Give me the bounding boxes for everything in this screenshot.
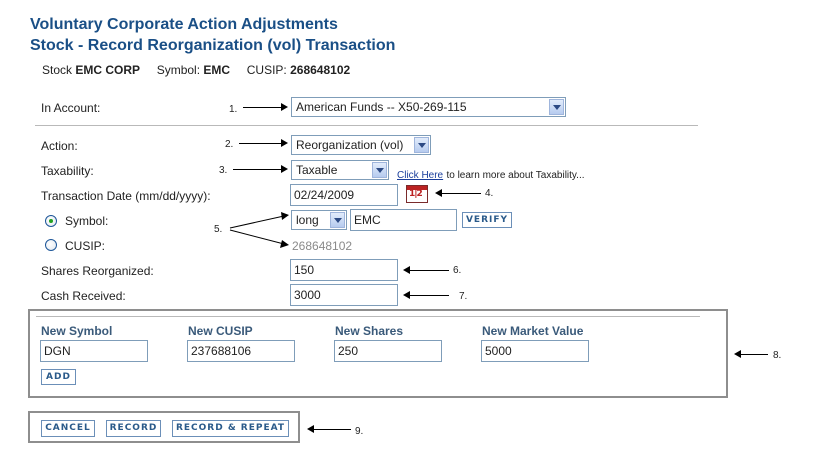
callout-5: 5. [214,224,223,235]
taxability-label: Taxability: [41,164,94,178]
new-security-divider [36,316,700,317]
cash-label: Cash Received: [41,289,126,303]
callout-8: 8. [773,350,782,361]
callout-3-arrow [233,169,283,170]
callout-4-arrow [441,193,481,194]
record-button[interactable]: RECORD [106,420,161,437]
callout-8-arrow [740,354,768,355]
callout-4: 4. [485,188,494,199]
taxability-help-link[interactable]: Click Here [397,170,443,181]
callout-1-arrow [243,107,283,108]
new-market-value-header: New Market Value [482,324,584,338]
symbol-type-value: long [296,213,319,227]
page-subtitle: Stock - Record Reorganization (vol) Tran… [30,37,396,54]
chevron-down-icon [330,212,345,228]
chevron-down-icon [372,162,387,178]
action-label: Action: [41,139,78,153]
add-button[interactable]: ADD [41,369,76,385]
date-label: Transaction Date (mm/dd/yyyy): [41,189,211,203]
symbol-label: Symbol: [156,63,201,77]
symbol-radio-label: Symbol: [65,214,109,228]
callout-9-arrow [313,429,351,430]
callout-6: 6. [453,265,462,276]
page-title: Voluntary Corporate Action Adjustments [30,16,338,33]
calendar-icon[interactable]: 1|2 [406,185,428,203]
stock-info: Stock EMC CORP Symbol: EMC CUSIP: 268648… [42,63,350,77]
callout-1-arrowhead [281,103,288,111]
symbol-type-select[interactable]: long [291,210,347,230]
callout-3-arrowhead [281,165,288,173]
transaction-date-input[interactable]: 02/24/2009 [290,184,398,206]
symbol-input[interactable]: EMC [350,209,457,231]
section-divider [35,125,698,126]
cusip-value: 268648102 [292,239,353,253]
new-cusip-input[interactable]: 237688106 [187,340,295,362]
callout-7: 7. [459,291,468,302]
account-label: In Account: [41,101,101,115]
stock-label: Stock [42,63,73,77]
new-shares-header: New Shares [335,324,404,338]
callout-2-arrowhead [281,139,288,147]
callout-6-arrow [409,270,449,271]
account-select[interactable]: American Funds -- X50-269-115 [291,97,566,117]
cancel-button[interactable]: CANCEL [41,420,95,437]
verify-button[interactable]: VERIFY [462,212,512,228]
new-cusip-header: New CUSIP [188,324,253,338]
taxability-select-value: Taxable [296,163,338,177]
callout-2: 2. [225,139,234,150]
cusip-radio[interactable] [45,239,57,251]
new-symbol-input[interactable]: DGN [40,340,148,362]
callout-1: 1. [229,104,238,115]
taxability-help: Click Here to learn more about Taxabilit… [397,167,585,181]
new-shares-input[interactable]: 250 [334,340,442,362]
action-select[interactable]: Reorganization (vol) [291,135,431,155]
chevron-down-icon [414,137,429,153]
shares-input[interactable]: 150 [290,259,398,281]
cusip-radio-label: CUSIP: [65,239,106,253]
cash-input[interactable]: 3000 [290,284,398,306]
callout-3: 3. [219,165,228,176]
symbol-radio[interactable] [45,215,57,227]
stock-symbol: EMC [203,63,231,77]
callout-9: 9. [355,426,364,437]
stock-cusip: 268648102 [290,63,351,77]
shares-label: Shares Reorganized: [41,264,154,278]
record-and-repeat-button[interactable]: RECORD & REPEAT [172,420,289,437]
taxability-help-text: to learn more about Taxability... [446,170,585,181]
account-select-value: American Funds -- X50-269-115 [296,100,467,114]
new-symbol-header: New Symbol [41,324,113,338]
callout-5-arrows [229,212,289,248]
new-market-value-input[interactable]: 5000 [481,340,589,362]
stock-name: EMC CORP [75,63,141,77]
callout-2-arrow [239,143,283,144]
chevron-down-icon [549,99,564,115]
callout-7-arrow [409,295,449,296]
cusip-label: CUSIP: [246,63,287,77]
action-select-value: Reorganization (vol) [296,138,404,152]
taxability-select[interactable]: Taxable [291,160,389,180]
